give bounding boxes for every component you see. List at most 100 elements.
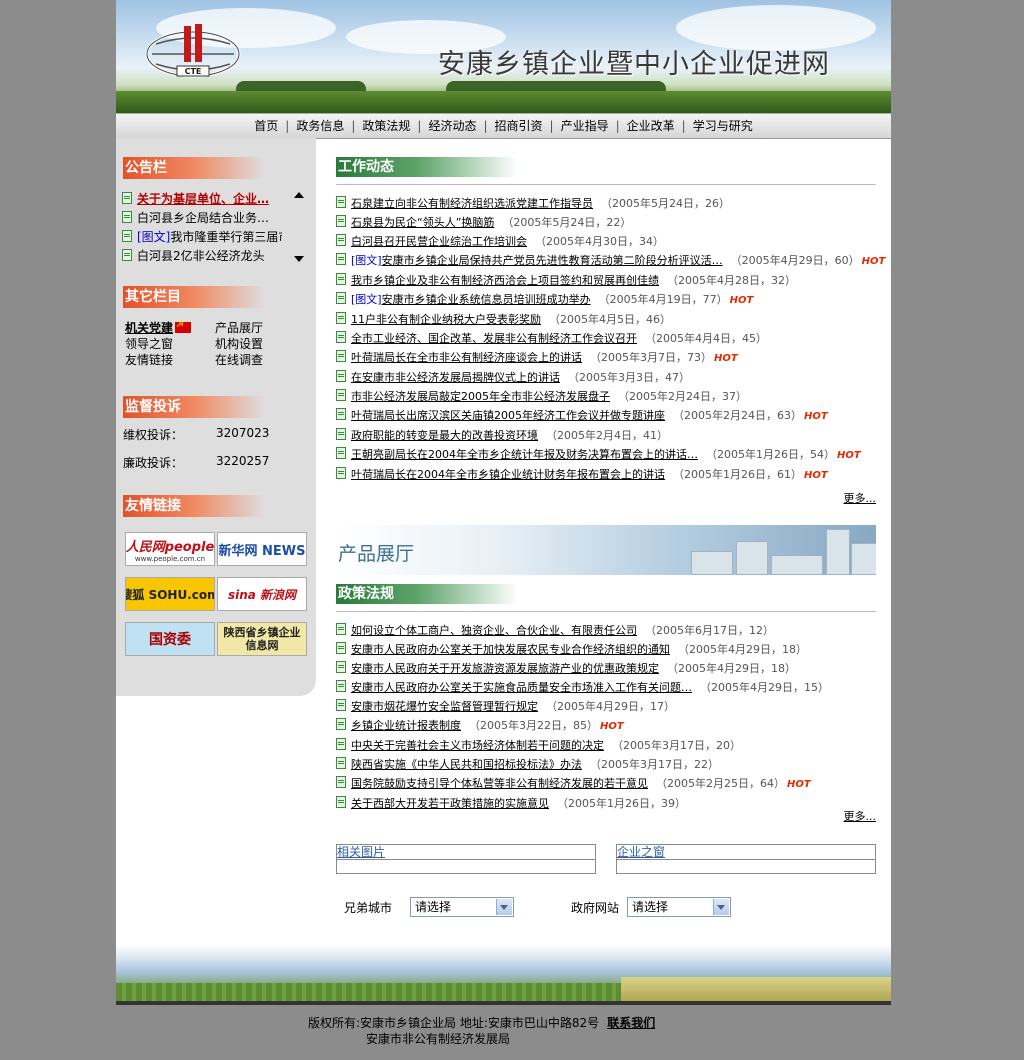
shaanxi-township-link[interactable]: 陕西省乡镇企业信息网 <box>217 622 307 656</box>
contact-us-link[interactable]: 联系我们 <box>607 1016 655 1030</box>
sasac-link[interactable]: 国资委 <box>125 622 215 656</box>
nav-item[interactable]: 学习与研究 <box>686 119 760 133</box>
article-meta: （2005年4月19日，77） <box>598 293 728 306</box>
document-icon <box>336 661 346 673</box>
article-link[interactable]: 全市工业经济、国企改革、发展非公有制经济工作会议召开 <box>351 332 637 345</box>
article-meta: （2005年4月4日，45） <box>645 332 767 345</box>
list-item: 叶荷瑞局长在2004年全市乡镇企业统计财务年报布置会上的讲话 （2005年1月26… <box>336 465 876 485</box>
nav-item[interactable]: 政务信息 <box>289 119 351 133</box>
header-banner: CTE 安康乡镇企业暨中小企业促进网 <box>116 0 891 113</box>
list-item: 国务院鼓励支持引导个体私营等非公有制经济发展的若干意见 （2005年2月25日，6… <box>336 774 876 794</box>
article-meta: （2005年2月24日，37） <box>618 390 747 403</box>
article-meta: （2005年2月24日，63） <box>673 409 802 422</box>
product-banner[interactable]: 产品展厅 <box>336 525 876 575</box>
article-tag: [图文] <box>351 293 382 306</box>
related-pictures-link[interactable]: 相关图片 <box>337 845 385 859</box>
article-link[interactable]: 安康市人民政府办公室关于实施食品质量安全市场准入工作有关问题… <box>351 681 692 694</box>
article-link[interactable]: 政府职能的转变是最大的改善投资环境 <box>351 429 538 442</box>
hot-badge: HOT <box>714 353 738 364</box>
document-icon <box>336 642 346 654</box>
article-link[interactable]: 陕西省实施《中华人民共和国招标投标法》办法 <box>351 758 582 771</box>
xinhua-link[interactable]: 新华网 NEWS <box>217 532 307 566</box>
document-icon <box>336 796 346 808</box>
document-icon <box>336 699 346 711</box>
article-link[interactable]: 如何设立个体工商户、独资企业、合伙企业、有限责任公司 <box>351 624 637 637</box>
enterprise-window-link[interactable]: 企业之窗 <box>617 845 665 859</box>
article-link[interactable]: 关于西部大开发若干政策措施的实施意见 <box>351 797 549 810</box>
nav-separator: | <box>549 119 554 133</box>
article-link[interactable]: 我市乡镇企业及非公有制经济西洽会上项目签约和贸展再创佳绩 <box>351 274 659 287</box>
notice-title: 白河县2亿非公经济龙头 <box>137 249 265 263</box>
article-link[interactable]: 叶荷瑞局长出席汉滨区关庙镇2005年经济工作会议并做专题讲座 <box>351 409 665 422</box>
article-link[interactable]: 市非公经济发展局敲定2005年全市非公经济发展盘子 <box>351 390 610 403</box>
article-link[interactable]: 石泉建立向非公有制经济组织选派党建工作指导员 <box>351 197 593 210</box>
article-link[interactable]: 安康市乡镇企业局保持共产党员先进性教育活动第二阶段分析评议活… <box>382 254 723 267</box>
nav-item[interactable]: 政策法规 <box>355 119 417 133</box>
article-link[interactable]: 安康市人民政府办公室关于加快发展农民专业合作经济组织的通知 <box>351 643 670 656</box>
article-meta: （2005年4月29日，17） <box>546 700 675 713</box>
nav-item[interactable]: 产业指导 <box>554 119 616 133</box>
nav-item[interactable]: 企业改革 <box>620 119 682 133</box>
list-item: 如何设立个体工商户、独资企业、合伙企业、有限责任公司 （2005年6月17日，12… <box>336 621 876 640</box>
sister-cities-select[interactable]: 请选择 <box>410 897 514 917</box>
other-link[interactable]: 机构设置 <box>215 335 263 352</box>
article-link[interactable]: 中央关于完善社会主义市场经济体制若干问题的决定 <box>351 739 604 752</box>
document-icon <box>336 292 346 304</box>
article-link[interactable]: 在安康市非公经济发展局揭牌仪式上的讲话 <box>351 371 560 384</box>
article-meta: （2005年3月17日，22） <box>590 758 719 771</box>
economy-more-link[interactable]: 更多... <box>844 490 877 506</box>
chevron-down-icon <box>713 899 729 915</box>
article-link[interactable]: 安康市烟花爆竹安全监督管理暂行规定 <box>351 700 538 713</box>
other-heading: 其它栏目 <box>123 286 265 308</box>
notice-item[interactable]: 白河县2亿非公经济龙头 <box>122 247 282 266</box>
article-link[interactable]: 国务院鼓励支持引导个体私营等非公有制经济发展的若干意见 <box>351 777 648 790</box>
list-item: 市非公经济发展局敲定2005年全市非公经济发展盘子 （2005年2月24日，37） <box>336 387 876 406</box>
nav-item[interactable]: 招商引资 <box>488 119 550 133</box>
document-icon <box>336 253 346 265</box>
page-container: CTE 安康乡镇企业暨中小企业促进网 首页 | 政务信息 | 政策法规 | 经济动态 | 招商引… <box>116 0 891 1005</box>
policy-list: 如何设立个体工商户、独资企业、合伙企业、有限责任公司 （2005年6月17日，12… <box>336 621 876 813</box>
other-link[interactable]: 机关党建 <box>125 319 192 336</box>
nav-item[interactable]: 经济动态 <box>421 119 483 133</box>
notice-item[interactable]: 关于为基层单位、企业… <box>122 190 282 209</box>
sister-cities-value: 请选择 <box>415 900 452 914</box>
scroll-up-icon[interactable] <box>294 192 304 198</box>
article-meta: （2005年2月4日，41） <box>546 429 668 442</box>
article-meta: （2005年2月25日，64） <box>656 777 785 790</box>
article-link[interactable]: 石泉县为民企“领头人”换脑筋 <box>351 216 494 229</box>
article-link[interactable]: 叶荷瑞局长在2004年全市乡镇企业统计财务年报布置会上的讲话 <box>351 468 665 481</box>
other-link[interactable]: 产品展厅 <box>215 319 263 336</box>
party-flag-icon <box>175 320 192 333</box>
article-link[interactable]: 安康市人民政府关于开发旅游资源发展旅游产业的优惠政策规定 <box>351 662 659 675</box>
other-link[interactable]: 友情链接 <box>125 351 173 368</box>
people-daily-link[interactable]: 人民网people www.people.com.cn <box>125 532 215 566</box>
policy-more-link[interactable]: 更多... <box>844 808 877 824</box>
article-link[interactable]: 叶荷瑞局长在全市非公有制经济座谈会上的讲话 <box>351 351 582 364</box>
nav-item[interactable]: 首页 <box>247 119 285 133</box>
scroll-down-icon[interactable] <box>294 256 304 262</box>
sohu-link[interactable]: 搜狐 SOHU.com <box>125 577 215 611</box>
hot-badge: HOT <box>600 721 624 732</box>
rights-complaint-label: 维权投诉： <box>123 428 184 442</box>
other-link-label: 机关党建 <box>125 321 174 335</box>
gov-sites-select[interactable]: 请选择 <box>627 897 731 917</box>
article-link[interactable]: 安康市乡镇企业系统信息员培训班成功举办 <box>382 293 591 306</box>
list-item: 安康市人民政府办公室关于实施食品质量安全市场准入工作有关问题… （2005年4月2… <box>336 678 876 697</box>
other-link[interactable]: 在线调查 <box>215 351 263 368</box>
sina-link[interactable]: sina 新浪网 <box>217 577 307 611</box>
notice-item[interactable]: 白河县乡企局结合业务… <box>122 209 282 228</box>
main-nav: 首页 | 政务信息 | 政策法规 | 经济动态 | 招商引资 | 产业指导 | 企业改革 | 学习与研究 <box>116 113 891 139</box>
hot-badge: HOT <box>804 411 828 422</box>
other-link-label: 产品展厅 <box>215 321 264 335</box>
document-icon <box>122 192 132 204</box>
other-link[interactable]: 领导之窗 <box>125 335 173 352</box>
article-link[interactable]: 11户非公有制企业纳税大户受表彰奖励 <box>351 313 541 326</box>
article-link[interactable]: 王朝亮副局长在2004年全市乡企统计年报及财务决算布置会上的讲话… <box>351 448 698 461</box>
notice-item[interactable]: [图文]我市隆重举行第三届市… <box>122 228 282 247</box>
hot-badge: HOT <box>729 295 754 306</box>
document-icon <box>336 234 346 246</box>
article-link[interactable]: 白河县召开民营企业综治工作培训会 <box>351 235 527 248</box>
document-icon <box>336 350 346 362</box>
nav-separator: | <box>483 119 488 133</box>
article-link[interactable]: 乡镇企业统计报表制度 <box>351 719 461 732</box>
